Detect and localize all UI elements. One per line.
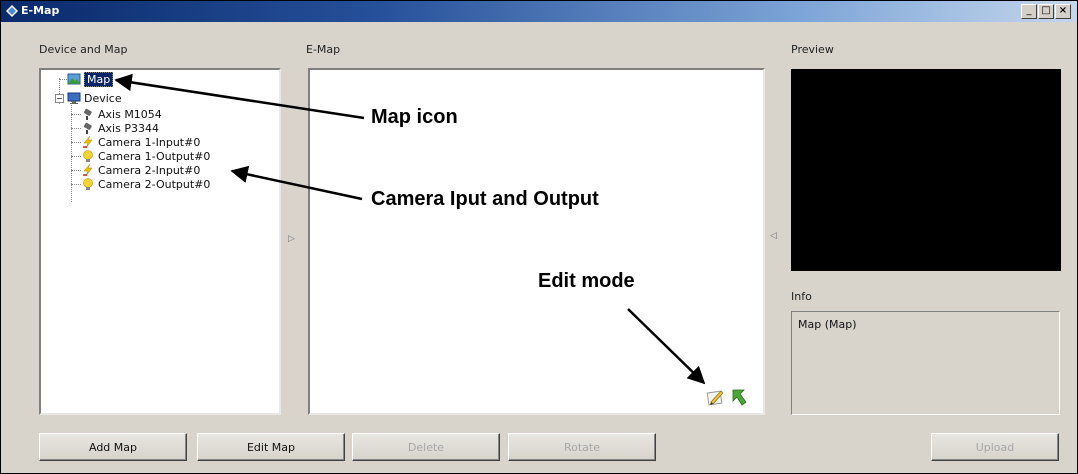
delete-button[interactable]: Delete: [352, 433, 500, 461]
tree-connector: [71, 128, 81, 129]
minimize-button[interactable]: _: [1021, 4, 1037, 19]
camera-icon: [83, 122, 92, 134]
device-and-map-label: Device and Map: [39, 43, 128, 56]
tree-connector: [71, 114, 81, 115]
close-button[interactable]: ×: [1055, 4, 1071, 19]
emap-window: E-Map _ □ × Device and Map E-Map Preview…: [0, 0, 1078, 474]
annotation-edit-mode: Edit mode: [538, 270, 635, 292]
add-map-button[interactable]: Add Map: [39, 433, 187, 461]
camera-icon: [83, 108, 92, 120]
tree-item-camera2-input[interactable]: Camera 2-Input#0: [81, 163, 200, 177]
tree-item-camera2-output[interactable]: Camera 2-Output#0: [81, 177, 210, 191]
window-title: E-Map: [21, 4, 60, 17]
tree-item-axis-m1054[interactable]: Axis M1054: [81, 107, 162, 121]
app-diamond-icon: [6, 5, 18, 17]
emap-label: E-Map: [306, 43, 341, 56]
tree-item-axis-p3344[interactable]: Axis P3344: [81, 121, 159, 135]
collapse-toggle[interactable]: −: [55, 94, 64, 103]
tree-item-device[interactable]: Device: [67, 91, 122, 105]
input-bolt-icon: [83, 135, 93, 149]
annotation-camera-io: Camera Iput and Output: [371, 188, 599, 210]
maximize-button[interactable]: □: [1038, 4, 1054, 19]
back-arrow-icon[interactable]: [730, 387, 748, 407]
tree-item-label: Map: [84, 71, 114, 87]
tree-item-label: Axis M1054: [98, 107, 162, 121]
output-bulb-icon: [83, 150, 93, 162]
tree-item-label: Camera 2-Output#0: [98, 177, 211, 191]
preview-label: Preview: [791, 43, 834, 56]
info-label: Info: [791, 290, 812, 303]
expand-right-icon[interactable]: ▷: [288, 234, 295, 244]
annotation-map-icon: Map icon: [371, 106, 458, 128]
edit-map-button[interactable]: Edit Map: [197, 433, 345, 461]
rotate-button[interactable]: Rotate: [508, 433, 656, 461]
tree-item-label: Camera 1-Output#0: [98, 149, 211, 163]
tree-connector: [71, 184, 81, 185]
tree-item-label: Camera 1-Input#0: [98, 135, 201, 149]
tree-item-map[interactable]: Map: [67, 71, 114, 87]
collapse-left-icon[interactable]: ◁: [770, 231, 777, 241]
info-box: Map (Map): [791, 311, 1060, 415]
device-tree-panel[interactable]: − Map Device Axis M1054 Axis P3344 Camer…: [39, 68, 281, 415]
title-bar[interactable]: E-Map _ □ ×: [1, 1, 1077, 22]
input-bolt-icon: [83, 163, 93, 177]
edit-mode-icon[interactable]: [705, 387, 725, 407]
tree-connector: [59, 79, 67, 80]
output-bulb-icon: [83, 178, 93, 190]
tree-item-camera1-input[interactable]: Camera 1-Input#0: [81, 135, 200, 149]
monitor-icon: [67, 92, 81, 104]
tree-connector: [71, 142, 81, 143]
tree-connector: [71, 170, 81, 171]
tree-item-camera1-output[interactable]: Camera 1-Output#0: [81, 149, 210, 163]
upload-button[interactable]: Upload: [931, 433, 1059, 461]
tree-item-label: Device: [84, 91, 122, 105]
tree-connector: [71, 156, 81, 157]
tree-item-label: Camera 2-Input#0: [98, 163, 201, 177]
preview-area: [791, 69, 1061, 271]
map-icon: [67, 73, 81, 85]
tree-item-label: Axis P3344: [98, 121, 159, 135]
tree-connector: [71, 100, 72, 202]
info-text: Map (Map): [798, 318, 857, 331]
